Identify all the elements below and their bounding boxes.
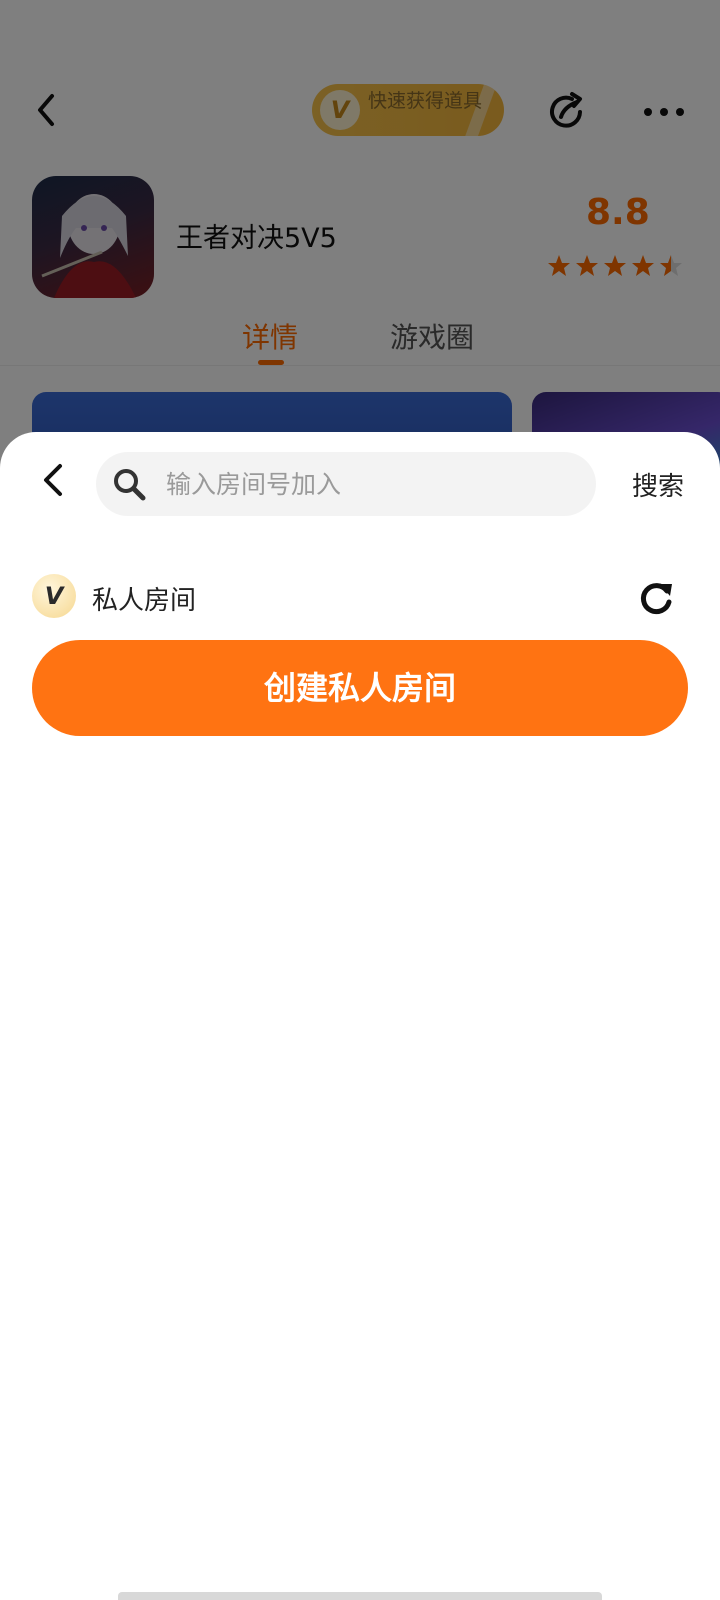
search-icon: [114, 469, 146, 501]
search-button[interactable]: 搜索: [632, 466, 684, 503]
room-number-input[interactable]: [166, 452, 576, 516]
private-room-header: V 私人房间: [32, 574, 688, 622]
create-private-room-button[interactable]: 创建私人房间: [32, 640, 688, 736]
room-sheet: 搜索 V 私人房间 创建私人房间: [0, 432, 720, 1600]
home-indicator: [118, 1592, 602, 1600]
refresh-icon[interactable]: [636, 578, 676, 618]
back-arrow-icon[interactable]: [36, 458, 72, 502]
v-badge-icon: V: [32, 574, 76, 618]
search-box: [96, 452, 596, 516]
private-room-title: 私人房间: [92, 586, 197, 616]
